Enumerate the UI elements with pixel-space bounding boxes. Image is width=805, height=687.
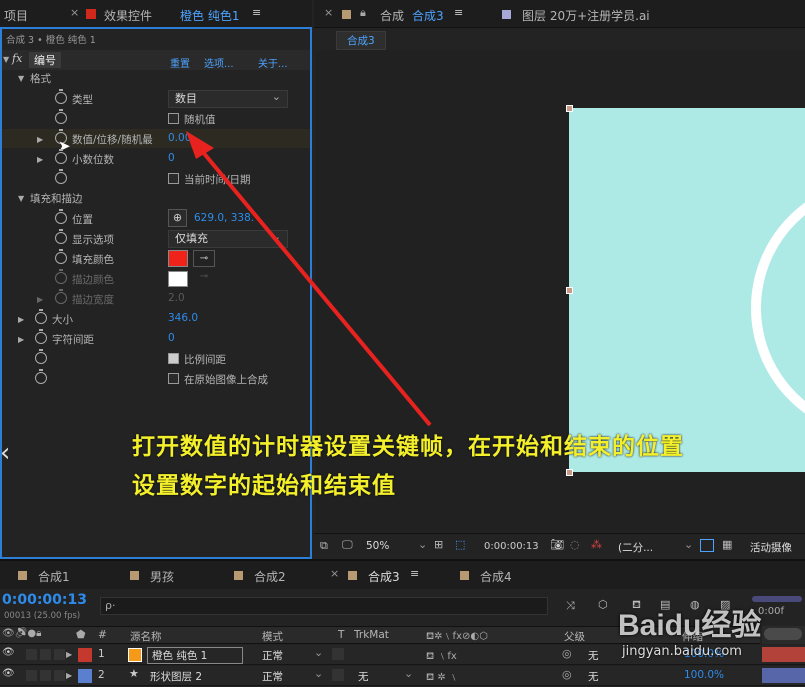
label-color-icon[interactable] (78, 669, 92, 683)
audio-toggle[interactable] (26, 649, 37, 660)
watermark-url: jingyan.baidu.com (622, 644, 742, 659)
composition-flow-icon[interactable]: ⤨ (566, 599, 575, 613)
chevron-down-icon[interactable]: ⌄ (314, 646, 323, 659)
chevron-down-icon[interactable]: ⌄ (314, 667, 323, 680)
resolution-select[interactable]: (二分... (618, 540, 653, 555)
layer-mode[interactable]: 正常 (262, 669, 283, 684)
caption-line-2: 设置数字的起始和结束值 (132, 473, 396, 499)
snapshot-icon[interactable]: ⧉ (320, 539, 328, 553)
grid-icon[interactable]: ⊞ (434, 538, 443, 551)
tab-comp2[interactable]: 合成2 (254, 568, 286, 585)
preserve-transparency-toggle[interactable] (332, 669, 344, 681)
col-mode: 模式 (262, 631, 283, 643)
shape-star-icon: ★ (129, 667, 139, 680)
twirl-icon[interactable]: ▶ (66, 671, 72, 680)
chevron-down-icon[interactable]: ⌄ (684, 538, 693, 551)
layer-num: 2 (98, 669, 105, 681)
eye-icon[interactable]: 👁︎ (2, 668, 15, 679)
comp-icon (348, 571, 357, 580)
col-trkmat: TrkMat (354, 629, 389, 641)
label-color-icon[interactable] (78, 648, 92, 662)
frame-info: 00013 (25.00 fps) (4, 611, 81, 621)
monitor-icon[interactable]: 🖵︎ (342, 538, 353, 552)
caption-line-1: 打开数值的计时器设置关键帧，在开始和结束的位置 (132, 434, 684, 460)
label-header-icon: ⬟ (76, 628, 86, 641)
pickwhip-icon[interactable]: ◎ (562, 647, 572, 660)
col-source[interactable]: 源名称 (130, 629, 162, 644)
close-icon[interactable]: × (330, 567, 339, 580)
viewer-timecode[interactable]: 0:00:00:13 (484, 541, 539, 552)
lock-toggle[interactable] (54, 670, 65, 681)
layer-bar[interactable] (762, 668, 805, 683)
layer-parent[interactable]: 无 (588, 669, 599, 684)
chevron-down-icon[interactable]: ⌄ (418, 538, 427, 551)
tab-comp1[interactable]: 合成1 (38, 568, 70, 585)
visibility-header-icon: 👁︎🔊︎●🔒︎ (2, 628, 42, 639)
solo-toggle[interactable] (40, 649, 51, 660)
tab-boy[interactable]: 男孩 (150, 568, 174, 585)
camera-icon[interactable]: 📷︎ (550, 538, 564, 551)
layer-switches-icon[interactable]: ⛾ ✲ ﹨ (426, 668, 459, 685)
draft-3d-icon[interactable]: ⬡ (598, 598, 608, 611)
layer-num: 1 (98, 648, 105, 660)
solid-icon (128, 648, 142, 662)
transparency-icon[interactable]: ▦ (722, 538, 732, 551)
layer-name[interactable]: 橙色 纯色 1 (147, 647, 243, 664)
panel-menu-icon[interactable]: ≡ (410, 567, 419, 580)
eye-icon[interactable]: 👁︎ (2, 647, 15, 658)
timeline-timecode[interactable]: 0:00:00:13 (2, 592, 87, 608)
layer-mode[interactable]: 正常 (262, 648, 283, 663)
tab-comp4[interactable]: 合成4 (480, 568, 512, 585)
col-num: # (98, 629, 107, 641)
layer-switches-icon[interactable]: ⛾ ﹨fx (426, 647, 457, 664)
solo-toggle[interactable] (40, 670, 51, 681)
comp-icon (234, 571, 243, 580)
layer-parent[interactable]: 无 (588, 648, 599, 663)
comp-icon (18, 571, 27, 580)
chevron-down-icon[interactable]: ⌄ (404, 667, 413, 680)
layer-stretch[interactable]: 100.0% (684, 669, 724, 681)
pickwhip-icon[interactable]: ◎ (562, 668, 572, 681)
mask-icon[interactable]: ⬚ (455, 538, 465, 551)
lock-toggle[interactable] (54, 649, 65, 660)
layer-name[interactable]: 形状图层 2 (150, 669, 202, 684)
tab-comp3[interactable]: 合成3 (368, 568, 400, 585)
layer-trkmat[interactable]: 无 (358, 669, 369, 684)
viewer-toolbar: ⧉ 🖵︎ 50% ⌄ ⊞ ⬚ 0:00:00:13 📷︎ ◌ ⁂ (二分... … (314, 533, 805, 559)
channel-icon[interactable]: ◌ (570, 538, 580, 551)
table-row[interactable]: 👁︎ ▶ 2 ★ 形状图层 2 正常 ⌄ 无 ⌄ ⛾ ✲ ﹨ ◎ 无 100.0… (0, 666, 805, 686)
comp-icon (130, 571, 139, 580)
audio-toggle[interactable] (26, 670, 37, 681)
region-icon[interactable] (700, 539, 714, 552)
watermark-brand: Baidu经验 (618, 609, 762, 642)
active-camera-select[interactable]: 活动摄像 (750, 540, 792, 555)
twirl-icon[interactable]: ▶ (66, 650, 72, 659)
switches-header-icon: ⛾✲﹨fx⊘◐⬡ (426, 631, 488, 642)
zoom-select[interactable]: 50% (366, 540, 389, 552)
timeline-tabbar: 合成1 男孩 合成2 × 合成3 ≡ 合成4 (0, 561, 805, 589)
color-channel-icon[interactable]: ⁂ (591, 538, 602, 551)
comp-icon (460, 571, 469, 580)
baidu-watermark: Baidu经验 jingyan.baidu.com (618, 600, 788, 666)
col-parent: 父级 (564, 631, 585, 643)
search-input[interactable]: ρ‧ (100, 597, 548, 615)
col-t: T (338, 629, 345, 641)
preserve-transparency-toggle[interactable] (332, 648, 344, 660)
